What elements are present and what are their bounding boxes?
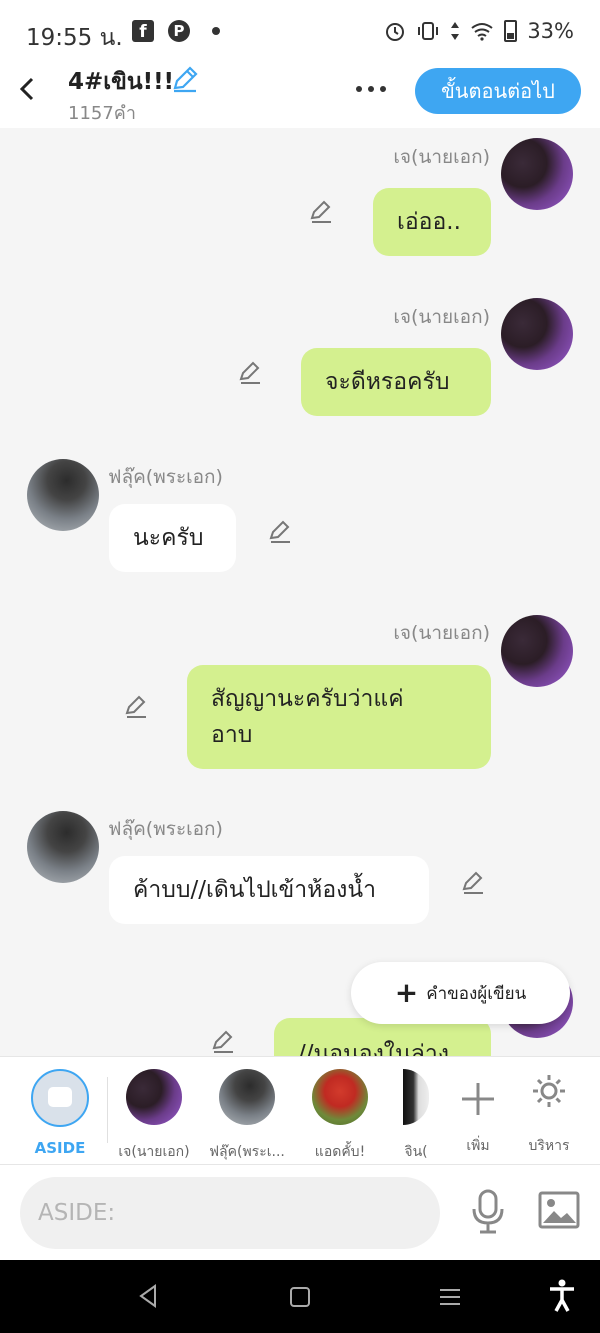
message-text-line: อาบ: [211, 722, 253, 748]
battery-icon: [504, 20, 518, 42]
divider: [107, 1077, 108, 1143]
app-header: 4#เขิน!!! 1157คำ ขั้นตอนต่อไป: [0, 62, 600, 128]
next-step-button[interactable]: ขั้นตอนต่อไป: [415, 68, 581, 114]
word-count: 1157คำ: [68, 103, 136, 124]
manage-label: บริหาร: [528, 1138, 570, 1154]
message-bubble[interactable]: สัญญานะครับว่าแค่ อาบ: [187, 665, 491, 769]
status-time: 19:55 น.: [26, 25, 123, 51]
battery-percent: 33%: [527, 19, 574, 43]
character-label: ฟลุ๊ค(พระเ...: [209, 1144, 285, 1160]
character-label: จิน(: [404, 1144, 428, 1160]
accessibility-icon[interactable]: [548, 1279, 576, 1313]
message-bubble[interactable]: เอ่ออ..: [373, 188, 491, 256]
character-flook[interactable]: ฟลุ๊ค(พระเ...: [207, 1069, 287, 1163]
vibrate-icon: [418, 22, 439, 40]
wifi-icon: [471, 23, 493, 41]
edit-pencil-icon[interactable]: [123, 693, 149, 719]
character-selector: ASIDE เจ(นายเอก) ฟลุ๊ค(พระเ... แอดคั้บ! …: [0, 1056, 600, 1164]
avatar-jay[interactable]: [501, 615, 573, 687]
character-label: แอดคั้บ!: [314, 1144, 366, 1160]
data-arrows-icon: [451, 22, 460, 40]
add-label: เพิ่ม: [466, 1138, 490, 1154]
back-arrow-icon[interactable]: [18, 74, 38, 104]
avatar: [126, 1069, 182, 1125]
image-icon[interactable]: [538, 1191, 580, 1229]
edit-pencil-icon[interactable]: [267, 518, 293, 544]
author-note-button[interactable]: + คำของผู้เขียน: [351, 962, 570, 1024]
edit-pencil-icon[interactable]: [210, 1028, 236, 1054]
facebook-icon: f: [132, 20, 154, 42]
sender-name: เจ(นายเอก): [393, 622, 490, 644]
avatar: [312, 1069, 368, 1125]
edit-pencil-icon[interactable]: [308, 198, 334, 224]
aside-chat-icon: [31, 1069, 89, 1127]
nav-home-icon[interactable]: [289, 1286, 311, 1308]
alarm-icon: [386, 23, 405, 41]
sender-name: เจ(นายเอก): [393, 306, 490, 328]
status-bar: 19:55 น. f P 33%: [0, 0, 600, 62]
avatar-jay[interactable]: [501, 298, 573, 370]
plus-icon: +: [394, 976, 419, 1009]
page-title: 4#เขิน!!!: [68, 69, 175, 95]
character-label: เจ(นายเอก): [118, 1144, 190, 1160]
add-character-button[interactable]: เพิ่ม: [456, 1069, 500, 1157]
avatar-jay[interactable]: [501, 138, 573, 210]
gear-icon: [533, 1075, 565, 1107]
more-options-icon[interactable]: [356, 86, 386, 92]
message-text-line: สัญญานะครับว่าแค่: [211, 686, 404, 712]
avatar: [403, 1069, 429, 1125]
message-bubble[interactable]: จะดีหรอครับ: [301, 348, 491, 416]
chat-area[interactable]: เจ(นายเอก) เอ่ออ.. เจ(นายเอก) จะดีหรอครั…: [0, 128, 600, 1056]
nav-back-icon[interactable]: [137, 1284, 159, 1308]
character-jay[interactable]: เจ(นายเอก): [114, 1069, 194, 1163]
character-ad[interactable]: แอดคั้บ!: [300, 1069, 380, 1163]
avatar-flook[interactable]: [27, 811, 99, 883]
avatar-flook[interactable]: [27, 459, 99, 531]
author-note-label: คำของผู้เขียน: [426, 983, 527, 1004]
avatar: [219, 1069, 275, 1125]
notification-dot-icon: [212, 27, 220, 35]
sender-name: เจ(นายเอก): [393, 146, 490, 168]
character-label: ASIDE: [34, 1139, 86, 1157]
message-input[interactable]: [20, 1177, 440, 1249]
microphone-icon[interactable]: [470, 1189, 506, 1235]
edit-pencil-icon[interactable]: [237, 359, 263, 385]
compose-bar: [0, 1164, 600, 1260]
sender-name: ฟลุ๊ค(พระเอก): [108, 466, 223, 488]
nav-recents-icon[interactable]: [439, 1287, 461, 1307]
message-bubble[interactable]: ค้าบบ//เดินไปเข้าห้องน้ำ: [109, 856, 429, 924]
pinterest-icon: P: [168, 20, 190, 42]
manage-characters-button[interactable]: บริหาร: [522, 1069, 576, 1157]
character-aside[interactable]: ASIDE: [30, 1069, 90, 1157]
message-bubble[interactable]: นะครับ: [109, 504, 236, 572]
edit-title-pencil-icon[interactable]: [170, 64, 200, 94]
system-nav-bar: [0, 1260, 600, 1333]
plus-icon: [462, 1083, 494, 1115]
sender-name: ฟลุ๊ค(พระเอก): [108, 818, 223, 840]
edit-pencil-icon[interactable]: [460, 869, 486, 895]
character-jin[interactable]: จิน(: [403, 1069, 429, 1163]
